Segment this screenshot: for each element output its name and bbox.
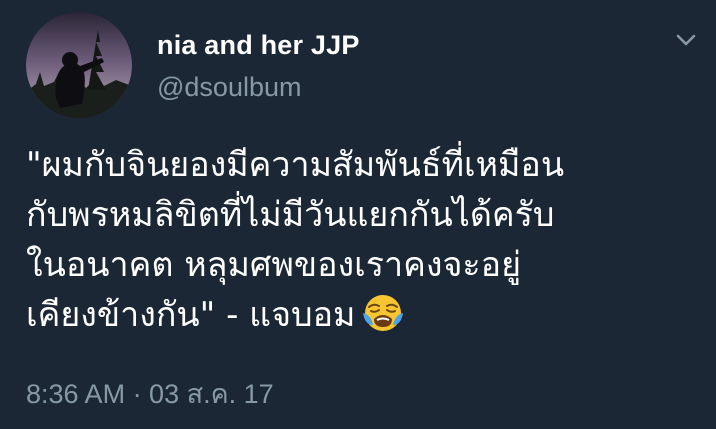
tweet-text-line-last: เคียงข้างกัน" - แจบอม	[26, 290, 706, 340]
timestamp[interactable]: 8:36 AM · 03 ส.ค. 17	[26, 372, 274, 415]
tweet-text-line: "ผมกับจินยองมีความสัมพันธ์ที่เหมือน	[26, 145, 565, 185]
display-name[interactable]: nia and her JJP	[157, 30, 360, 61]
user-handle[interactable]: @dsoulbum	[157, 72, 301, 103]
tweet-text-line: เคียงข้างกัน" - แจบอม	[26, 295, 356, 335]
avatar[interactable]	[26, 12, 132, 118]
tweet-text-line: ในอนาคต หลุมศพของเราคงจะอยู่	[26, 245, 521, 285]
loudly-crying-face-icon	[361, 291, 405, 335]
chevron-down-icon[interactable]	[673, 27, 699, 53]
tweet-text: "ผมกับจินยองมีความสัมพันธ์ที่เหมือน กับพ…	[26, 140, 706, 340]
avatar-image	[26, 12, 132, 118]
tweet-text-line: กับพรหมลิขิตที่ไม่มีวันแยกกันได้ครับ	[26, 195, 555, 235]
tweet-card: nia and her JJP @dsoulbum "ผมกับจินยองมี…	[0, 0, 716, 429]
